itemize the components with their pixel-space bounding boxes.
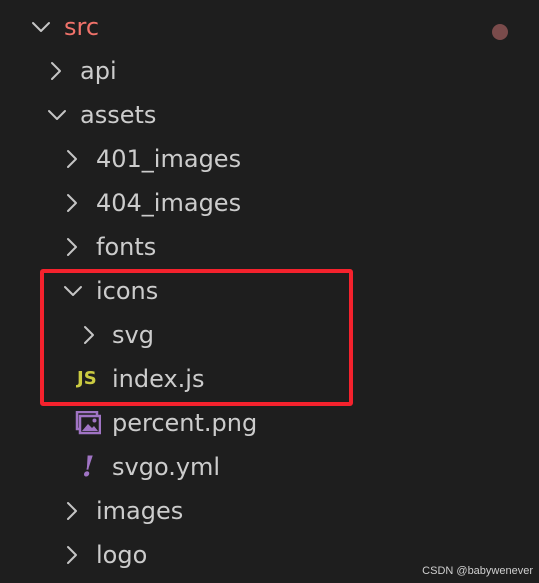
tree-item-label: 404_images	[96, 189, 242, 217]
chevron-down-icon[interactable]	[30, 16, 52, 38]
chevron-right-icon[interactable]	[61, 544, 83, 566]
tree-item-api[interactable]: api	[0, 49, 539, 93]
tree-item-images[interactable]: images	[0, 489, 539, 533]
tree-item-fonts[interactable]: fonts	[0, 225, 539, 269]
image-file-icon	[75, 411, 101, 435]
tree-item-label: fonts	[96, 233, 157, 261]
modified-dot-icon	[492, 24, 508, 40]
tree-item-label: assets	[80, 101, 157, 129]
tree-item-label: percent.png	[112, 409, 258, 437]
chevron-right-icon[interactable]	[61, 236, 83, 258]
tree-item-401-images[interactable]: 401_images	[0, 137, 539, 181]
chevron-down-icon[interactable]	[46, 104, 68, 126]
highlight-annotation-box	[40, 269, 353, 406]
tree-item-label: 401_images	[96, 145, 242, 173]
tree-item-percent-png[interactable]: percent.png	[0, 401, 539, 445]
chevron-right-icon[interactable]	[61, 148, 83, 170]
tree-item-svgo-yml[interactable]: ! svgo.yml	[0, 445, 539, 489]
yaml-file-icon: !	[82, 450, 95, 483]
tree-item-label: logo	[96, 541, 148, 569]
chevron-right-icon[interactable]	[45, 60, 67, 82]
tree-item-src[interactable]: src	[0, 5, 539, 49]
chevron-right-icon[interactable]	[61, 192, 83, 214]
tree-item-label: src	[64, 13, 100, 41]
chevron-right-icon[interactable]	[61, 500, 83, 522]
tree-item-label: images	[96, 497, 184, 525]
tree-item-label: svgo.yml	[112, 453, 221, 481]
tree-item-404-images[interactable]: 404_images	[0, 181, 539, 225]
tree-item-assets[interactable]: assets	[0, 93, 539, 137]
tree-item-label: api	[80, 57, 117, 85]
watermark: CSDN @babywenever	[422, 565, 533, 577]
